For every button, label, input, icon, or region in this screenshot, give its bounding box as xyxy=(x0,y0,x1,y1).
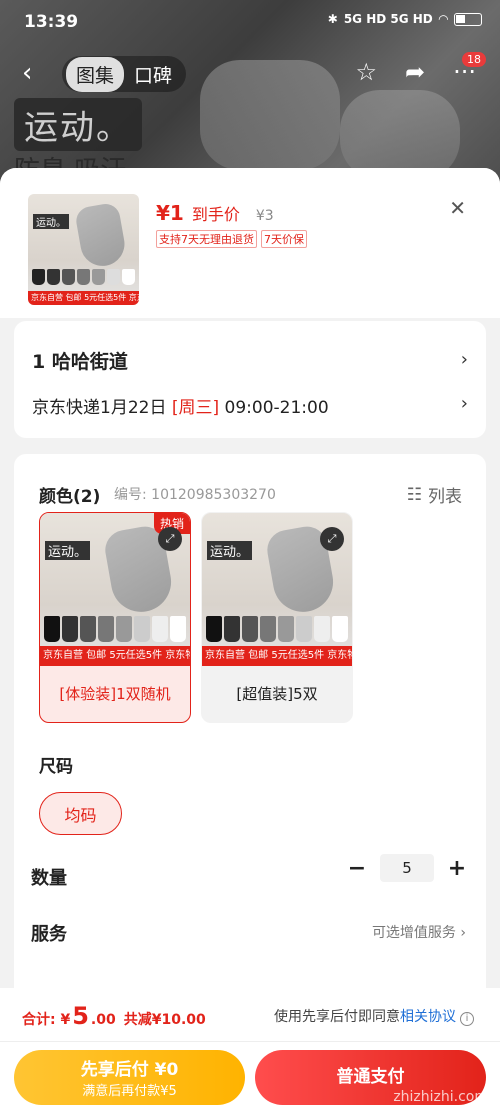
expand-icon[interactable]: ⤢ xyxy=(320,527,344,551)
promo-text: 运动。 xyxy=(14,98,142,151)
increase-button[interactable]: + xyxy=(446,856,468,881)
total-row: 合计: ¥ 5 .00 共减¥10.00 使用先享后付即同意相关协议 i xyxy=(0,988,500,1042)
quantity-title: 数量 xyxy=(31,868,67,889)
back-arrow-icon[interactable]: ‹ xyxy=(22,58,32,88)
original-price: ¥3 xyxy=(255,208,274,224)
status-bar: 13:39 ✱ 5G HD 5G HD ◠ xyxy=(0,0,500,44)
delivery-prefix: 京东快递1月22日 xyxy=(32,398,172,418)
pay-later-sublabel: 满意后再付款¥5 xyxy=(82,1084,177,1099)
agreement-notice: 使用先享后付即同意相关协议 i xyxy=(274,1006,474,1026)
spec-card: 颜色(2) 编号: 10120985303270 ☷ 列表 运动。 京东自营 包… xyxy=(14,454,486,1014)
battery-icon xyxy=(454,12,482,26)
sku-number: 编号: 10120985303270 xyxy=(114,487,276,503)
agreement-text: 使用先享后付即同意 xyxy=(274,1009,400,1025)
quantity-stepper: − 5 + xyxy=(346,854,468,882)
total-reduction: 共减¥10.00 xyxy=(123,1012,206,1028)
pay-later-button[interactable]: 先享后付 ¥0 满意后再付款¥5 xyxy=(14,1050,245,1105)
list-label: 列表 xyxy=(428,487,462,507)
option-image-title: 运动。 xyxy=(207,541,253,560)
tab-reviews[interactable]: 口碑 xyxy=(124,57,182,92)
info-icon[interactable]: i xyxy=(460,1012,474,1026)
more-icon[interactable]: ··· 18 xyxy=(453,52,486,86)
delivery-address-card[interactable]: 1 哈哈街道 › 京东快递1月22日 [周三] 09:00-21:00 › xyxy=(14,321,486,438)
size-title: 尺码 xyxy=(39,757,73,777)
total-prefix: 合计: ¥ xyxy=(22,1012,71,1028)
delivery-time: 09:00-21:00 xyxy=(219,398,329,418)
clock: 13:39 xyxy=(24,12,79,32)
top-navigation: ‹ 图集 口碑 ☆ ➦ ··· 18 xyxy=(0,52,500,94)
product-thumbnail[interactable]: 运动。 京东自营 包邮 5元任选5件 京东物流 xyxy=(28,194,139,305)
color-option-value-pack[interactable]: 运动。 京东自营 包邮 5元任选5件 京东物流 ⤢ [超值装]5双 xyxy=(201,512,353,723)
option-image-band: 京东自营 包邮 5元任选5件 京东物流 xyxy=(202,646,352,666)
bluetooth-icon: ✱ xyxy=(327,12,338,26)
pay-later-label: 先享后付 ¥0 xyxy=(80,1060,179,1080)
total-decimal: .00 xyxy=(90,1012,116,1028)
quantity-value[interactable]: 5 xyxy=(380,854,434,882)
option-label: [体验装]1双随机 xyxy=(59,685,171,703)
total-integer: 5 xyxy=(72,1002,89,1030)
signal-indicator: 5G HD 5G HD xyxy=(343,12,433,26)
favorite-star-icon[interactable]: ☆ xyxy=(355,58,377,86)
size-option-one-size[interactable]: 均码 xyxy=(39,792,122,835)
share-arrow-icon[interactable]: ➦ xyxy=(405,58,425,86)
decrease-button[interactable]: − xyxy=(346,856,368,881)
gallery-segment-control: 图集 口碑 xyxy=(62,56,187,92)
delivery-day: [周三] xyxy=(171,398,220,418)
thumb-promo-label: 运动。 xyxy=(33,214,69,229)
service-title: 服务 xyxy=(31,924,67,945)
service-option-label: 可选增值服务 xyxy=(371,925,456,941)
agreement-link[interactable]: 相关协议 xyxy=(400,1009,456,1025)
delivery-info: 京东快递1月22日 [周三] 09:00-21:00 xyxy=(32,393,329,418)
option-image-title: 运动。 xyxy=(45,541,91,560)
chevron-right-icon: › xyxy=(460,393,468,414)
tab-gallery[interactable]: 图集 xyxy=(66,56,125,92)
list-icon: ☷ xyxy=(406,484,422,505)
color-option-trial[interactable]: 运动。 京东自营 包邮 5元任选5件 京东物流 热销 ⤢ [体验装]1双随机 xyxy=(39,512,191,723)
chevron-right-icon: › xyxy=(460,925,466,941)
return-policy-tag: 支持7天无理由退货 xyxy=(156,230,257,248)
thumb-promo-band: 京东自营 包邮 5元任选5件 京东物流 xyxy=(28,291,139,305)
list-view-toggle[interactable]: ☷ 列表 xyxy=(406,482,462,508)
wifi-icon: ◠ xyxy=(438,12,448,26)
message-count-badge: 18 xyxy=(462,52,486,67)
total-amount: 合计: ¥ 5 .00 共减¥10.00 xyxy=(22,1002,206,1030)
close-icon[interactable]: ✕ xyxy=(449,196,466,220)
option-label: [超值装]5双 xyxy=(236,685,318,703)
service-options-link[interactable]: 可选增值服务 › xyxy=(372,922,466,942)
expand-icon[interactable]: ⤢ xyxy=(158,527,182,551)
address-line: 1 哈哈街道 xyxy=(32,351,128,373)
spec-selection-sheet: 运动。 京东自营 包邮 5元任选5件 京东物流 ¥1 到手价 ¥3 支持7天无理… xyxy=(0,168,500,1111)
chevron-right-icon: › xyxy=(460,349,468,370)
watermark: zhizhizhi.com xyxy=(393,1089,488,1105)
price-label: 到手价 xyxy=(191,205,240,224)
current-price: ¥1 xyxy=(156,201,184,225)
color-title: 颜色(2) xyxy=(39,487,101,507)
price-protect-tag: 7天价保 xyxy=(261,230,307,248)
option-image-band: 京东自营 包邮 5元任选5件 京东物流 xyxy=(40,646,190,666)
checkout-bar: 合计: ¥ 5 .00 共减¥10.00 使用先享后付即同意相关协议 i 先享后付… xyxy=(0,988,500,1111)
sheet-header: 运动。 京东自营 包邮 5元任选5件 京东物流 ¥1 到手价 ¥3 支持7天无理… xyxy=(0,168,500,318)
